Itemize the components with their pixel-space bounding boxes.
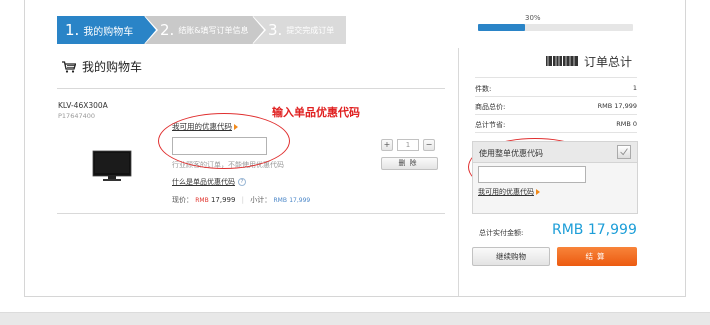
step-label: 我的购物车 [83,26,134,38]
order-coupon-box: 使用整单优惠代码 我可用的优惠代码 [472,141,638,214]
progress-bar [478,24,633,31]
price-currency: RMB [195,197,209,204]
help-icon[interactable]: ? [238,178,246,186]
price-row: 现价： RMB 17,999 | 小计： RMB 17,999 [172,196,311,204]
grand-total-value: RMB 17,999 [552,222,637,238]
summary-row-total-price: 商品总价: RMB 17,999 [475,102,637,111]
price-label: 现价： [172,196,193,204]
divider [475,77,637,78]
grand-total-label: 总计实付金额: [479,229,524,237]
quantity-value[interactable]: 1 [397,139,419,151]
step-label: 提交完成订单 [286,25,335,35]
step-submit[interactable]: 3. 提交完成订单 [252,16,346,44]
delete-button[interactable]: 删除 [381,157,438,170]
step-number: 3. [268,21,283,39]
arrow-right-icon [536,189,540,195]
order-summary-title: 订单总计 [584,55,633,69]
cart-title: 我的购物车 [62,58,142,75]
checkbox[interactable] [617,145,631,159]
step-checkout[interactable]: 2. 结账&填写订单信息 [144,16,266,44]
product-code: P17647400 [58,112,96,120]
step-number: 2. [160,21,175,39]
step-number: 1. [65,21,80,39]
divider [57,213,445,214]
checkout-button[interactable]: 结算 [557,247,637,266]
order-summary-icon [546,56,578,66]
shopping-cart-icon [62,60,76,73]
step-cart[interactable]: 1. 我的购物车 [57,16,158,44]
divider [475,114,637,115]
what-is-coupon-link[interactable]: 什么是单品优惠代码? [172,177,246,187]
divider [475,132,637,133]
cart-title-text: 我的购物车 [82,60,143,74]
step-label: 结账&填写订单信息 [178,25,249,35]
product-name: KLV-46X300A [58,101,108,110]
quantity-plus-button[interactable]: + [381,139,393,151]
progress-fill [478,24,525,31]
annotation-circle [158,113,290,169]
footer-bar [0,312,710,325]
order-coupon-header: 使用整单优惠代码 [473,142,637,163]
available-coupons-link[interactable]: 我可用的优惠代码 [478,187,540,197]
checkout-steps: 1. 我的购物车 2. 结账&填写订单信息 3. 提交完成订单 [57,16,346,44]
divider [475,96,637,97]
price-value: 17,999 [210,196,236,204]
order-coupon-label: 使用整单优惠代码 [479,149,543,158]
subtotal-label: 小计： [250,196,272,204]
summary-row-savings: 总计节省: RMB 0 [475,120,637,129]
subtotal-value: 17,999 [289,197,311,204]
annotation-text: 输入单品优惠代码 [272,106,360,119]
column-divider [458,48,459,296]
continue-shopping-button[interactable]: 继续购物 [472,247,550,266]
summary-row-count: 件数: 1 [475,84,637,93]
subtotal-currency: RMB [273,197,287,204]
progress-label: 30% [525,14,541,22]
divider [57,88,445,89]
checkmark-icon [620,148,628,156]
order-coupon-input[interactable] [478,166,586,183]
product-image [92,150,132,181]
quantity-minus-button[interactable]: − [423,139,435,151]
quantity-stepper: + 1 − [381,139,435,151]
